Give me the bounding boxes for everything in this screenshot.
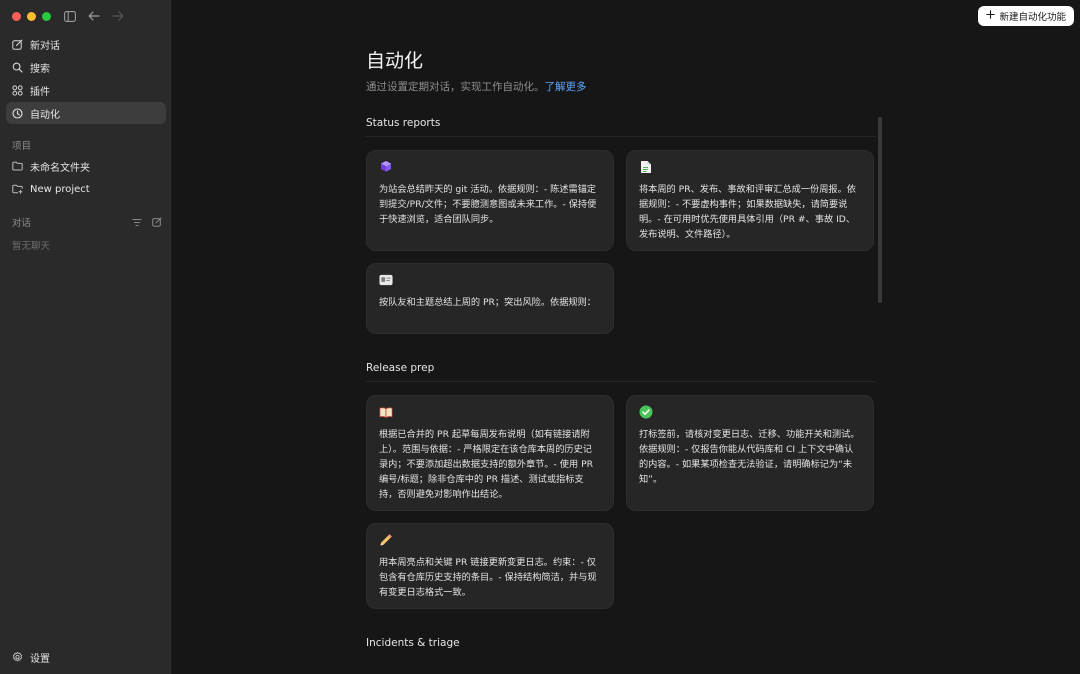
section-status-reports: Status reports [366, 117, 876, 137]
book-icon [379, 405, 393, 419]
search-icon [12, 62, 23, 73]
settings-area: 设置 [6, 646, 166, 669]
toolbar [63, 9, 125, 23]
automation-card[interactable]: 打标签前，请核对变更日志、迁移、功能开关和测试。依据规则：- 仅报告你能从代码库… [626, 395, 874, 511]
new-automation-label: 新建自动化功能 [999, 12, 1066, 23]
section-title: Release prep [366, 362, 435, 374]
app-window: 新对话 搜索 插件 自动化 项目 未命名文件夹 New project 对话 暂… [0, 0, 1080, 674]
cube-icon [379, 160, 393, 174]
project-label: 未命名文件夹 [30, 162, 90, 174]
card-text: 将本周的 PR、发布、事故和评审汇总成一份周报。依据规则：- 不要虚构事件；如果… [639, 184, 856, 240]
zoom-window-button[interactable] [42, 12, 51, 21]
chats-section-title: 对话 [12, 217, 32, 229]
settings-label: 设置 [30, 653, 50, 665]
settings-button[interactable]: 设置 [6, 646, 166, 668]
card-text: 根据已合并的 PR 起草每周发布说明（如有链接请附上）。范围与依据：- 严格限定… [379, 429, 594, 500]
check-circle-icon [639, 405, 653, 419]
sidebar-item-label: 插件 [30, 86, 50, 98]
card-text: 按队友和主题总结上周的 PR；突出风险。依据规则： [379, 297, 596, 308]
plugins-icon [12, 84, 23, 96]
sidebar-item-automation[interactable]: 自动化 [6, 102, 166, 124]
project-label: New project [30, 183, 90, 195]
sidebar: 新对话 搜索 插件 自动化 项目 未命名文件夹 New project 对话 暂… [0, 0, 172, 674]
back-arrow-icon[interactable] [87, 9, 101, 23]
chats-section-header: 对话 [12, 212, 162, 231]
sidebar-toggle-icon[interactable] [63, 9, 77, 23]
sidebar-item-label: 自动化 [30, 109, 60, 121]
close-window-button[interactable] [12, 12, 21, 21]
learn-more-link[interactable]: 了解更多 [545, 81, 587, 93]
folder-icon [12, 161, 23, 172]
page-subtitle: 通过设置定期对话，实现工作自动化。了解更多 [366, 79, 876, 94]
project-list: 未命名文件夹 New project [6, 155, 166, 201]
card-text: 为站会总结昨天的 git 活动。依据规则：- 陈述需锚定到提交/PR/文件；不要… [379, 184, 597, 225]
new-automation-button[interactable]: 新建自动化功能 [978, 6, 1074, 26]
compose-icon[interactable] [152, 212, 162, 231]
automation-card[interactable]: 将本周的 PR、发布、事故和评审汇总成一份周报。依据规则：- 不要虚构事件；如果… [626, 150, 874, 251]
project-item-new-project[interactable]: New project [6, 178, 166, 200]
plus-icon [986, 10, 996, 22]
projects-section-title: 项目 [12, 141, 32, 152]
page-title: 自动化 [366, 50, 424, 72]
section-divider [366, 381, 876, 382]
new-chat-icon [12, 39, 23, 50]
project-item-unnamed-folder[interactable]: 未命名文件夹 [6, 155, 166, 177]
section-incidents-triage: Incidents & triage [366, 637, 876, 649]
filter-icon[interactable] [132, 212, 142, 231]
sidebar-item-search[interactable]: 搜索 [6, 56, 166, 78]
sidebar-item-label: 新对话 [30, 40, 60, 52]
subtitle-text: 通过设置定期对话，实现工作自动化。 [366, 81, 545, 93]
pencil-icon [379, 533, 393, 547]
new-project-icon [12, 184, 23, 195]
section-release-prep: Release prep [366, 362, 876, 382]
sidebar-item-plugins[interactable]: 插件 [6, 79, 166, 101]
sidebar-nav: 新对话 搜索 插件 自动化 [6, 33, 166, 125]
automation-card[interactable]: 为站会总结昨天的 git 活动。依据规则：- 陈述需锚定到提交/PR/文件；不要… [366, 150, 614, 251]
card-text: 打标签前，请核对变更日志、迁移、功能开关和测试。依据规则：- 仅报告你能从代码库… [639, 429, 860, 485]
scrollbar[interactable] [878, 117, 882, 303]
minimize-window-button[interactable] [27, 12, 36, 21]
page-header: 自动化 通过设置定期对话，实现工作自动化。了解更多 [366, 46, 876, 94]
forward-arrow-icon[interactable] [111, 9, 125, 23]
gear-icon [12, 651, 23, 663]
section-title: Incidents & triage [366, 637, 460, 649]
chats-empty-text: 暂无聊天 [12, 241, 51, 252]
window-controls [12, 12, 51, 21]
section-divider [366, 136, 876, 137]
id-card-icon [379, 273, 393, 287]
automation-card[interactable]: 根据已合并的 PR 起草每周发布说明（如有链接请附上）。范围与依据：- 严格限定… [366, 395, 614, 511]
sidebar-item-label: 搜索 [30, 63, 50, 75]
sidebar-item-new-chat[interactable]: 新对话 [6, 33, 166, 55]
document-icon [639, 160, 653, 174]
automation-card[interactable]: 按队友和主题总结上周的 PR；突出风险。依据规则： [366, 263, 614, 334]
section-title: Status reports [366, 117, 441, 129]
automation-card[interactable]: 用本周亮点和关键 PR 链接更新变更日志。约束：- 仅包含有仓库历史支持的条目。… [366, 523, 614, 609]
card-text: 用本周亮点和关键 PR 链接更新变更日志。约束：- 仅包含有仓库历史支持的条目。… [379, 557, 597, 598]
main-panel: 新建自动化功能 自动化 通过设置定期对话，实现工作自动化。了解更多 Status… [172, 0, 1080, 674]
clock-icon [12, 107, 23, 119]
